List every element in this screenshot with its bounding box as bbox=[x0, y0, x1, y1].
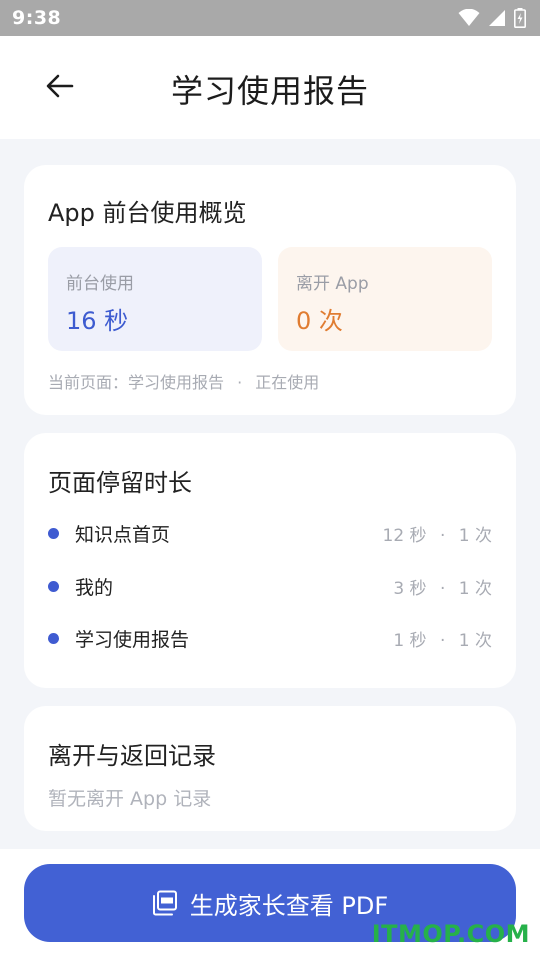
duration-time: 12 秒 bbox=[382, 525, 427, 546]
current-page-label: 当前页面：学习使用报告 bbox=[48, 373, 225, 392]
status-time: 9:38 bbox=[12, 7, 62, 29]
foreground-usage-label: 前台使用 bbox=[66, 274, 134, 294]
status-icons bbox=[458, 8, 526, 28]
battery-charging-icon bbox=[514, 8, 526, 28]
page-title: 学习使用报告 bbox=[170, 72, 369, 110]
duration-meta: 1 秒 · 1 次 bbox=[393, 626, 492, 651]
duration-count: 1 次 bbox=[458, 630, 492, 651]
leave-app-box: 离开 App 0 次 bbox=[278, 247, 492, 351]
separator-dot: · bbox=[237, 373, 243, 392]
generate-pdf-label: 生成家长查看 PDF bbox=[189, 891, 389, 920]
duration-page-name: 知识点首页 bbox=[75, 523, 171, 546]
current-state: 正在使用 bbox=[255, 373, 320, 392]
leave-app-value: 0 次 bbox=[296, 307, 343, 335]
duration-page-name: 学习使用报告 bbox=[75, 628, 190, 651]
separator-dot: · bbox=[439, 578, 446, 599]
overview-title: App 前台使用概览 bbox=[48, 199, 247, 227]
duration-row: 学习使用报告 1 秒 · 1 次 bbox=[48, 623, 492, 653]
leave-records-title: 离开与返回记录 bbox=[48, 742, 216, 770]
duration-row: 我的 3 秒 · 1 次 bbox=[48, 571, 492, 601]
foreground-usage-value: 16 秒 bbox=[66, 307, 129, 335]
duration-count: 1 次 bbox=[458, 525, 492, 546]
foreground-usage-box: 前台使用 16 秒 bbox=[48, 247, 262, 351]
bullet-dot bbox=[48, 527, 59, 539]
duration-time: 3 秒 bbox=[393, 578, 427, 599]
leave-app-label: 离开 App bbox=[296, 274, 369, 294]
duration-page-name: 我的 bbox=[75, 576, 114, 599]
duration-meta: 12 秒 · 1 次 bbox=[383, 521, 493, 546]
overview-card: App 前台使用概览 前台使用 16 秒 离开 App 0 次 当前页面：学习使… bbox=[24, 165, 516, 415]
app-bar: 学习使用报告 bbox=[0, 36, 540, 139]
wifi-icon bbox=[458, 9, 480, 26]
signal-icon bbox=[489, 10, 505, 26]
current-page-status: 当前页面：学习使用报告 · 正在使用 bbox=[48, 369, 319, 393]
bullet-dot bbox=[48, 580, 59, 592]
bullet-dot bbox=[48, 632, 59, 644]
separator-dot: · bbox=[439, 630, 446, 651]
duration-count: 1 次 bbox=[458, 578, 492, 599]
pdf-document-icon bbox=[152, 890, 177, 916]
duration-meta: 3 秒 · 1 次 bbox=[393, 574, 492, 599]
leave-records-card: 离开与返回记录 暂无离开 App 记录 bbox=[24, 706, 516, 831]
leave-records-empty-text: 暂无离开 App 记录 bbox=[48, 788, 212, 810]
separator-dot: · bbox=[439, 525, 446, 546]
watermark-logo: ITMOP.COM bbox=[371, 920, 530, 948]
duration-title: 页面停留时长 bbox=[48, 469, 192, 497]
duration-card: 页面停留时长 知识点首页 12 秒 · 1 次 我的 3 秒 · 1 次 学习使… bbox=[24, 433, 516, 688]
status-bar: 9:38 bbox=[0, 0, 540, 36]
duration-row: 知识点首页 12 秒 · 1 次 bbox=[48, 518, 492, 548]
duration-time: 1 秒 bbox=[393, 630, 427, 651]
